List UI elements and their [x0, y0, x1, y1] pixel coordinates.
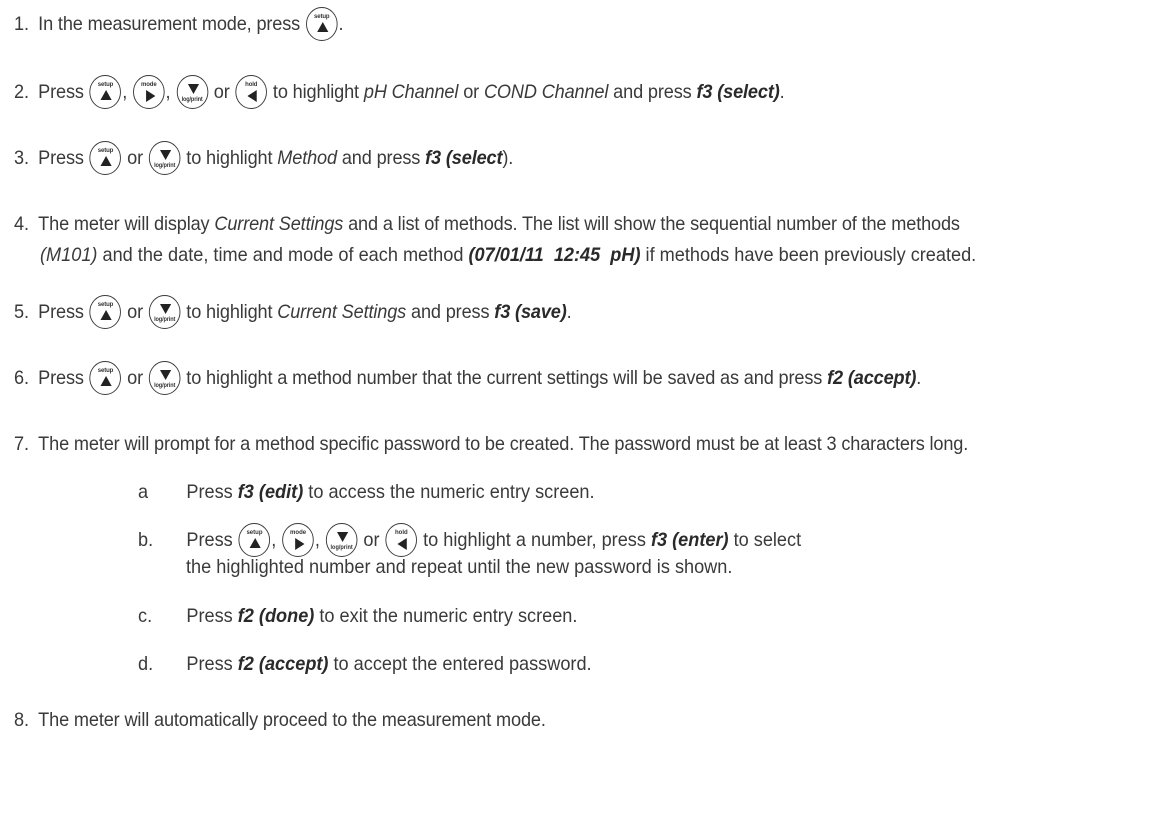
step-4: 4. The meter will display Current Settin… [14, 212, 960, 235]
step-1: 1. In the measurement mode, press setup … [14, 4, 1089, 44]
step-number: 4. [14, 212, 29, 235]
step-number: 2. [14, 80, 29, 103]
setup-key-icon: setup [89, 295, 122, 329]
step-4-line-2: (M101) and the date, time and mode of ea… [40, 243, 977, 266]
step-8: 8. The meter will automatically proceed … [14, 708, 546, 731]
setup-key-icon: setup [89, 361, 122, 395]
log-print-key-icon: log/print [176, 75, 208, 109]
step-7: 7. The meter will prompt for a method sp… [14, 432, 969, 455]
setup-key-icon: setup [89, 141, 122, 175]
log-print-key-icon: log/print [148, 295, 181, 329]
setup-key-icon: setup [89, 75, 122, 109]
step-number: 6. [14, 366, 29, 389]
substep-d: d. Press f2 (accept) to accept the enter… [138, 652, 592, 675]
setup-key-icon: setup [305, 7, 338, 41]
log-print-key-icon: log/print [148, 141, 181, 175]
hold-key-icon: hold [235, 75, 268, 109]
step-5: 5. Press setup or log/print to highlight… [14, 292, 1089, 332]
substep-b-line-2: the highlighted number and repeat until … [186, 555, 733, 578]
substep-c: c. Press f2 (done) to exit the numeric e… [138, 604, 578, 627]
step-6: 6. Press setup or log/print to highlight… [14, 358, 1089, 398]
step-2: 2. Press setup, mode, log/print or hold … [14, 72, 1089, 112]
mode-key-icon: mode [132, 75, 165, 109]
step-number: 3. [14, 146, 29, 169]
step-number: 8. [14, 708, 29, 731]
step-3: 3. Press setup or log/print to highlight… [14, 138, 1089, 178]
log-print-key-icon: log/print [148, 361, 181, 395]
step-number: 7. [14, 432, 29, 455]
step-text: In the measurement mode, press [38, 12, 301, 35]
step-number: 5. [14, 300, 29, 323]
step-number: 1. [14, 12, 29, 35]
substep-a: a Press f3 (edit) to access the numeric … [138, 480, 595, 503]
